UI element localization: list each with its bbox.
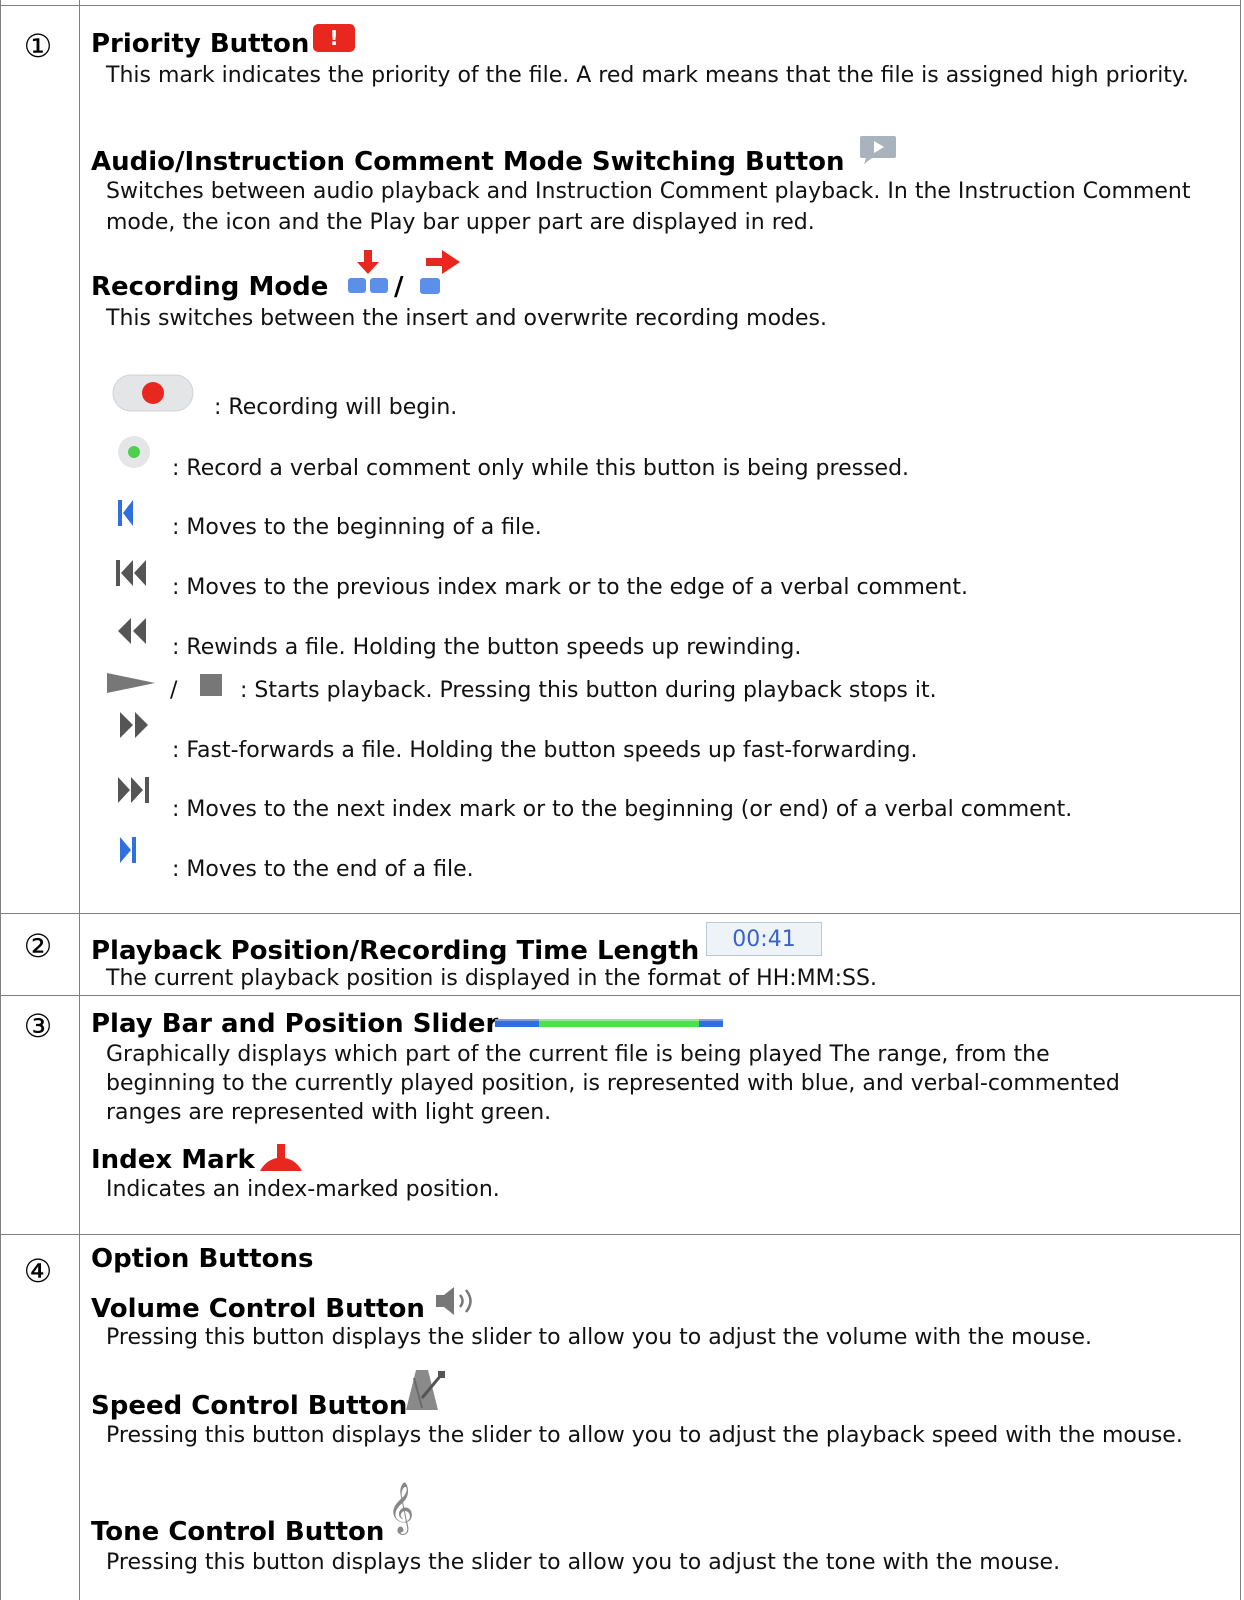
- time-display: 00:41: [706, 922, 822, 956]
- row-number: ①: [23, 27, 53, 65]
- priority-icon: !: [313, 24, 355, 52]
- playback-position-description: The current playback position is display…: [106, 966, 877, 991]
- button-description: : Moves to the previous index mark or to…: [172, 575, 968, 600]
- fast-forward-icon: [118, 712, 150, 738]
- insert-mode-icon: [346, 248, 390, 296]
- button-description: : Fast-forwards a file. Holding the butt…: [172, 738, 918, 763]
- stop-icon: [200, 674, 222, 696]
- index-mark-icon: [258, 1144, 304, 1172]
- speed-control-title: Speed Control Button: [91, 1391, 408, 1421]
- metronome-icon: [402, 1368, 448, 1412]
- button-description: : Moves to the end of a file.: [172, 857, 474, 882]
- verbal-comment-button-icon: [116, 434, 152, 470]
- index-mark-description: Indicates an index-marked position.: [106, 1177, 500, 1202]
- description-table: ① Priority Button ! This mark indicates …: [0, 0, 1241, 1600]
- button-description: : Rewinds a file. Holding the button spe…: [172, 635, 802, 660]
- priority-button-title: Priority Button: [91, 29, 310, 59]
- recording-mode-description: This switches between the insert and ove…: [106, 306, 827, 331]
- row-number: ②: [23, 927, 53, 965]
- play-bar-preview: [495, 1019, 723, 1027]
- play-stop-separator: /: [170, 678, 178, 703]
- table-column-divider: [79, 0, 80, 1600]
- volume-control-title: Volume Control Button: [91, 1294, 425, 1324]
- index-mark-title: Index Mark: [91, 1145, 255, 1175]
- tone-control-title: Tone Control Button: [91, 1517, 385, 1547]
- previous-index-icon: [116, 560, 148, 586]
- button-description: : Moves to the next index mark or to the…: [172, 797, 1073, 822]
- skip-to-end-icon: [120, 837, 136, 863]
- speed-control-description: Pressing this button displays the slider…: [106, 1423, 1183, 1448]
- audio-mode-title: Audio/Instruction Comment Mode Switching…: [91, 147, 845, 177]
- play-icon: [107, 670, 157, 696]
- row-number: ④: [23, 1252, 53, 1290]
- recording-mode-title: Recording Mode: [91, 272, 329, 302]
- playback-position-title: Playback Position/Recording Time Length: [91, 936, 700, 966]
- row-4-top-border: [0, 1234, 1241, 1235]
- record-button-icon: [112, 374, 194, 412]
- button-description: : Moves to the beginning of a file.: [172, 515, 542, 540]
- volume-icon: [434, 1284, 482, 1318]
- play-bar-description: Graphically displays which part of the c…: [106, 1042, 1120, 1125]
- rewind-icon: [116, 618, 148, 644]
- tone-control-description: Pressing this button displays the slider…: [106, 1550, 1061, 1575]
- row-3-top-border: [0, 995, 1241, 996]
- table-right-border: [1240, 0, 1241, 1600]
- button-description: : Record a verbal comment only while thi…: [172, 456, 910, 481]
- row-number: ③: [23, 1007, 53, 1045]
- recording-mode-separator: /: [394, 272, 404, 302]
- comment-mode-icon: [858, 134, 898, 166]
- button-description: : Recording will begin.: [214, 395, 458, 420]
- volume-control-description: Pressing this button displays the slider…: [106, 1325, 1092, 1350]
- overwrite-mode-icon: [418, 250, 464, 296]
- table-left-border: [0, 0, 1, 1600]
- row-1-top-border: [0, 5, 1241, 6]
- option-buttons-title: Option Buttons: [91, 1244, 314, 1274]
- play-bar-title: Play Bar and Position Slider: [91, 1009, 499, 1039]
- row-2-top-border: [0, 913, 1241, 914]
- audio-mode-description: Switches between audio playback and Inst…: [106, 179, 1191, 235]
- next-index-icon: [118, 777, 150, 803]
- priority-description: This mark indicates the priority of the …: [106, 63, 1189, 88]
- treble-clef-icon: 𝄞: [387, 1482, 414, 1533]
- button-description: : Starts playback. Pressing this button …: [240, 678, 937, 703]
- skip-to-start-icon: [118, 500, 134, 526]
